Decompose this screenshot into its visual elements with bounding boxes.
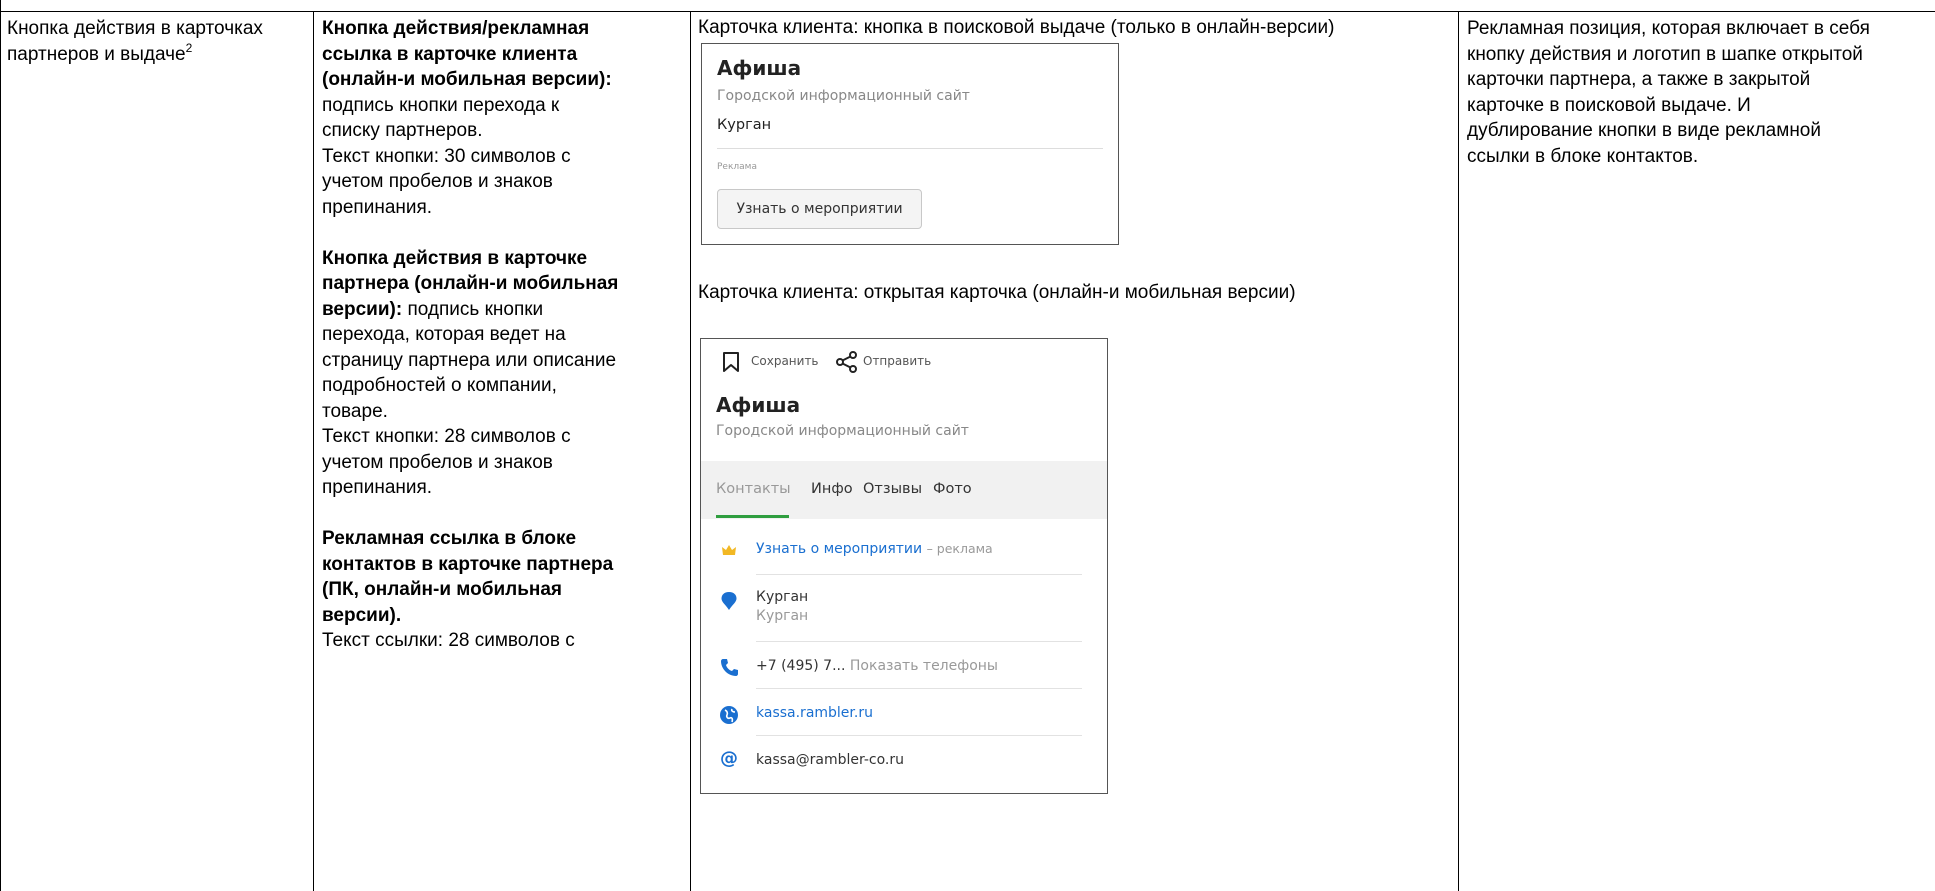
column-divider (690, 11, 691, 891)
row-title-cell: Кнопка действия в карточках партнеров и … (7, 16, 277, 67)
crown-icon (722, 545, 736, 555)
email-link[interactable]: kassa@rambler-co.ru (756, 752, 904, 768)
column-divider (313, 11, 314, 891)
ad-link[interactable]: Узнать о мероприятии (756, 541, 922, 557)
ad-label: Реклама (717, 162, 757, 172)
block1-text: подпись кнопки перехода к списку партнер… (322, 94, 560, 142)
card-title: Афиша (717, 56, 802, 80)
table-top-border (1, 11, 1935, 12)
tab-contacts[interactable]: Контакты (716, 481, 791, 497)
block2-limit: Текст кнопки: 28 символов с учетом пробе… (322, 426, 571, 498)
block1-heading: Кнопка действия/рекламная ссылка в карто… (322, 18, 612, 90)
requirements-cell: Кнопка действия/рекламная ссылка в карто… (322, 16, 622, 654)
card-city: Курган (717, 117, 772, 133)
description-cell: Рекламная позиция, которая включает в се… (1467, 16, 1935, 169)
globe-icon (720, 706, 738, 724)
divider (756, 574, 1082, 575)
divider (756, 735, 1082, 736)
block1-limit: Текст кнопки: 30 символов с учетом пробе… (322, 145, 571, 218)
description-line: карточке в поисковой выдаче. И (1467, 94, 1751, 116)
requirements-table: Кнопка действия в карточках партнеров и … (0, 0, 1935, 891)
footnote-mark: 2 (185, 40, 193, 55)
caption-search-card: Карточка клиента: кнопка в поисковой выд… (698, 17, 1335, 38)
map-pin-icon (721, 592, 737, 610)
open-card-screenshot: Сохранить Отправить Афиша Городской инфо… (700, 338, 1108, 794)
description-line: кнопку действия и логотип в шапке открыт… (1467, 43, 1863, 65)
phone-row: +7 (495) 7... Показать телефоны (756, 658, 998, 674)
description-line: карточки партнера, а также в закрытой (1467, 69, 1811, 90)
block3-limit: Текст ссылки: 28 символов с (322, 630, 575, 651)
description-line: Рекламная позиция, которая включает в се… (1467, 18, 1870, 39)
send-button[interactable]: Отправить (863, 354, 931, 368)
tab-info[interactable]: Инфо (811, 481, 853, 497)
column-divider (1458, 11, 1459, 891)
divider (756, 688, 1082, 689)
card-title: Афиша (716, 393, 801, 417)
ad-link-row: Узнать о мероприятии – реклама (756, 541, 993, 557)
divider (717, 148, 1103, 149)
tab-photo[interactable]: Фото (933, 481, 972, 497)
website-link[interactable]: kassa.rambler.ru (756, 705, 873, 721)
phone-number: +7 (495) 7... (756, 658, 846, 674)
save-button[interactable]: Сохранить (751, 354, 819, 368)
ad-suffix: – реклама (926, 541, 993, 556)
at-icon: @ (720, 748, 738, 769)
search-card-screenshot: Афиша Городской информационный сайт Кург… (701, 43, 1119, 245)
description-line: дублирование кнопки в виде рекламной (1467, 120, 1821, 141)
caption-open-card: Карточка клиента: открытая карточка (онл… (698, 282, 1296, 303)
card-subtitle: Городской информационный сайт (716, 423, 969, 439)
share-icon[interactable] (836, 351, 858, 373)
block3-heading: Рекламная ссылка в блоке контактов в кар… (322, 528, 614, 626)
phone-icon (721, 659, 738, 676)
bookmark-icon[interactable] (722, 352, 740, 372)
show-phones-link[interactable]: Показать телефоны (850, 658, 998, 674)
address-sub: Курган (756, 608, 809, 624)
action-button[interactable]: Узнать о мероприятии (717, 189, 922, 229)
card-subtitle: Городской информационный сайт (717, 88, 970, 104)
address-main: Курган (756, 589, 809, 605)
description-line: ссылки в блоке контактов. (1467, 145, 1699, 167)
active-tab-indicator (716, 515, 789, 518)
divider (756, 641, 1082, 642)
row-title: Кнопка действия в карточках партнеров и … (7, 18, 263, 65)
tab-reviews[interactable]: Отзывы (863, 481, 922, 497)
tab-bar: Контакты Инфо Отзывы Фото (701, 461, 1107, 519)
